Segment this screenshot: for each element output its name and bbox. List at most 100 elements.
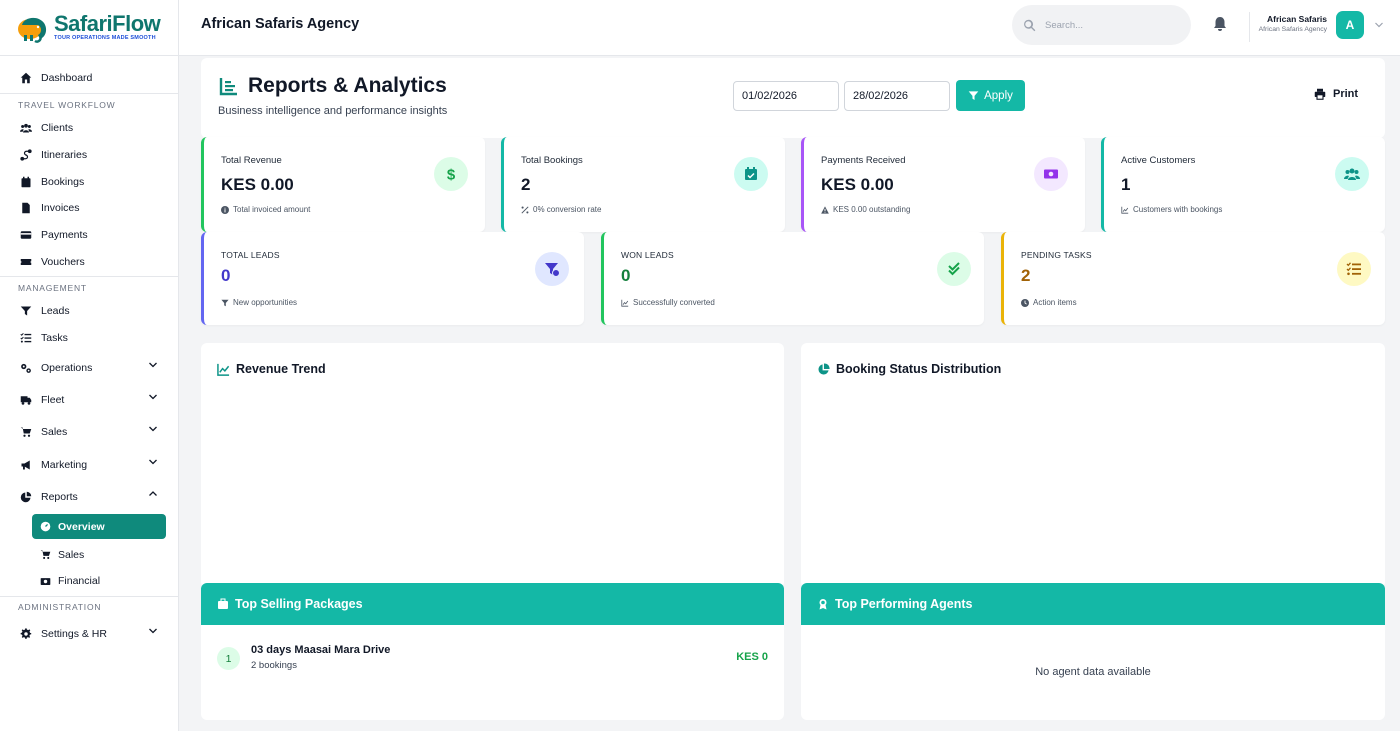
warning-triangle-icon (821, 205, 829, 214)
home-icon (19, 72, 32, 85)
sidebar-subitem-financial[interactable]: Financial (0, 568, 178, 595)
stat-note: 0% conversion rate (521, 205, 601, 214)
sidebar-item-dashboard[interactable]: Dashboard (0, 68, 178, 88)
sidebar-item-label: Dashboard (41, 72, 93, 84)
stat-label: Total Bookings (521, 155, 583, 166)
bell-icon[interactable] (1213, 16, 1227, 32)
stat-note: Successfully converted (621, 298, 715, 307)
user-info[interactable]: African Safaris African Safaris Agency (1253, 14, 1327, 33)
sidebar-item-label: Leads (41, 305, 70, 318)
stat-label: Active Customers (1121, 155, 1196, 166)
sidebar-item-label: Fleet (41, 394, 65, 407)
sidebar-item-tasks[interactable]: Tasks (0, 325, 178, 352)
stat-card-total-revenue: Total Revenue KES 0.00 Total invoiced am… (201, 137, 485, 232)
package-name: 03 days Maasai Mara Drive (251, 644, 391, 656)
print-button[interactable]: Print (1314, 88, 1358, 100)
page-subtitle: Business intelligence and performance in… (218, 105, 448, 117)
stat-value: 1 (1121, 175, 1131, 194)
sidebar-item-sales[interactable]: Sales (0, 416, 178, 448)
route-icon (19, 149, 32, 162)
search-input[interactable] (1045, 19, 1175, 31)
date-from-input[interactable] (733, 81, 839, 111)
sidebar-item-leads[interactable]: Leads (0, 298, 178, 325)
chevron-down-icon[interactable] (1374, 20, 1384, 30)
stat-value: KES 0.00 (221, 175, 294, 194)
sidebar-item-bookings[interactable]: Bookings (0, 168, 178, 195)
search-box[interactable] (1012, 5, 1191, 45)
file-invoice-icon (19, 202, 32, 215)
top-packages-panel: Top Selling Packages 1 03 days Maasai Ma… (201, 583, 784, 720)
users-icon (19, 122, 32, 135)
pie-chart-icon (818, 362, 830, 375)
sidebar-item-label: Reports (41, 491, 78, 504)
chart-line-icon (621, 299, 629, 307)
rank-badge: 1 (217, 647, 240, 670)
chart-line-icon (1121, 206, 1129, 214)
topbar: African Safaris Agency African Safaris A… (179, 0, 1400, 56)
award-icon (819, 599, 827, 610)
percent-icon (521, 205, 529, 214)
sidebar-subitem-sales[interactable]: Sales (0, 541, 178, 568)
chart-line-icon (217, 363, 230, 376)
sidebar-item-vouchers[interactable]: Vouchers (0, 248, 178, 275)
sidebar-item-label: Tasks (41, 332, 68, 345)
sidebar-item-label: Bookings (41, 175, 85, 188)
divider (1249, 12, 1250, 42)
clock-icon (1021, 298, 1029, 307)
panel-title: Revenue Trend (217, 362, 326, 376)
elephant-logo-icon (16, 13, 52, 43)
sidebar-item-payments[interactable]: Payments (0, 222, 178, 249)
gears-icon (19, 361, 32, 374)
sidebar-item-invoices[interactable]: Invoices (0, 195, 178, 222)
search-icon (1024, 19, 1036, 31)
sidebar-item-itineraries[interactable]: Itineraries (0, 142, 178, 169)
sidebar-item-settings-hr[interactable]: Settings & HR (0, 618, 178, 650)
sidebar-nav: Dashboard TRAVEL WORKFLOW Clients Itiner… (0, 56, 178, 650)
date-to-input[interactable] (844, 81, 950, 111)
package-amount: KES 0 (736, 651, 768, 663)
credit-card-icon (19, 229, 32, 242)
stat-card-pending-tasks: PENDING TASKS 2 Action items (1001, 232, 1385, 325)
stat-note: Customers with bookings (1121, 205, 1222, 214)
user-org: African Safaris Agency (1258, 26, 1327, 33)
sidebar-subitem-overview[interactable]: Overview (32, 514, 166, 540)
top-agents-panel: Top Performing Agents No agent data avai… (801, 583, 1385, 720)
agency-name: African Safaris Agency (201, 16, 360, 32)
sidebar-item-operations[interactable]: Operations (0, 352, 178, 384)
calendar-icon (19, 175, 32, 188)
user-name: African Safaris (1267, 14, 1327, 24)
empty-state: No agent data available (1035, 666, 1151, 678)
info-circle-icon (221, 205, 229, 214)
stat-note: Action items (1021, 298, 1077, 307)
chart-line-icon (219, 78, 237, 96)
logo[interactable]: SafariFlow TOUR OPERATIONS MADE SMOOTH (0, 0, 178, 56)
sidebar-item-label: Itineraries (41, 149, 88, 162)
apply-label: Apply (984, 89, 1013, 102)
panel-title: Booking Status Distribution (817, 362, 1001, 376)
stat-label: PENDING TASKS (1021, 250, 1092, 260)
sidebar-item-marketing[interactable]: Marketing (0, 449, 178, 481)
sidebar-item-reports[interactable]: Reports (0, 481, 178, 513)
chevron-down-icon (149, 362, 157, 367)
funnel-icon (19, 305, 32, 318)
ticket-icon (19, 255, 32, 268)
stat-label: TOTAL LEADS (221, 250, 280, 260)
section-travel-workflow: TRAVEL WORKFLOW (0, 93, 178, 115)
svg-text:$: $ (447, 167, 456, 183)
sidebar-item-label: Operations (41, 361, 93, 374)
package-bookings: 2 bookings (251, 660, 297, 671)
stat-card-payments-received: Payments Received KES 0.00 KES 0.00 outs… (801, 137, 1085, 232)
sidebar-item-fleet[interactable]: Fleet (0, 384, 178, 416)
stat-value: KES 0.00 (821, 175, 894, 194)
stat-label: Payments Received (821, 155, 906, 166)
money-bill-icon (40, 576, 52, 587)
stat-note: KES 0.00 outstanding (821, 205, 910, 214)
section-management: MANAGEMENT (0, 276, 178, 298)
stat-note: Total invoiced amount (221, 205, 310, 214)
sidebar-item-clients[interactable]: Clients (0, 115, 178, 142)
avatar[interactable]: A (1336, 11, 1364, 39)
suitcase-icon (218, 598, 228, 609)
apply-button[interactable]: Apply (956, 80, 1025, 111)
pie-chart-icon (19, 491, 32, 504)
sidebar-item-label: Marketing (41, 458, 88, 471)
